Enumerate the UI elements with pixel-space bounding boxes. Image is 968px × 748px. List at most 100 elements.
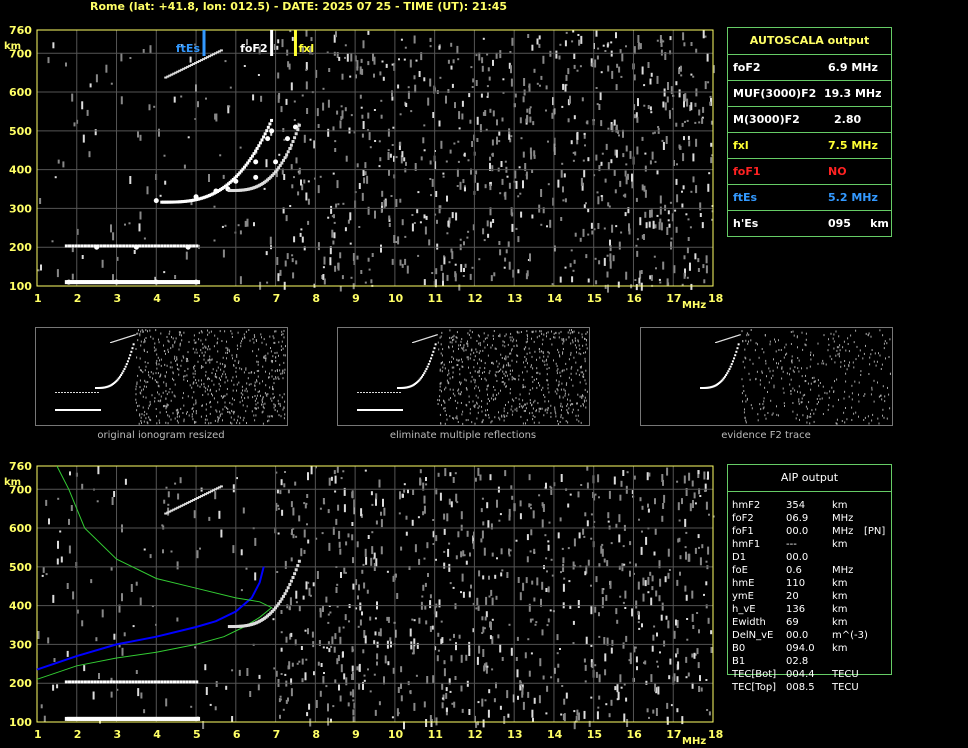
autoscala-row: ftEs 5.2 MHz [728,184,891,211]
x-tick-label: 3 [114,292,122,305]
autoscala-value: 5.2 MHz [828,191,878,204]
x-tick-label: 7 [273,728,281,741]
aip-row: foE 0.6 MHz [732,565,892,578]
thumb-eliminate-reflections [337,327,590,426]
aip-row: TEC[Bot] 004.4 TECU [732,669,892,682]
x-tick-label: 13 [507,292,522,305]
thumb-caption-eliminate: eliminate multiple reflections [389,430,537,441]
x-tick-label: 6 [233,292,241,305]
aip-label: foE [732,565,748,576]
aip-value: 00.0 [786,526,809,537]
aip-unit: TECU [832,682,859,693]
x-tick-label: 18 [708,728,723,741]
aip-label: hmE [732,578,755,589]
aip-value: 06.9 [786,513,809,524]
aip-value: 004.4 [786,669,815,680]
aip-row: B1 02.8 [732,656,892,669]
aip-unit: km [832,578,848,589]
x-tick-label: 4 [153,728,161,741]
x-tick-label: 17 [666,728,681,741]
aip-label: hmF1 [732,539,761,550]
aip-label: B0 [732,643,746,654]
aip-unit: km [832,604,848,615]
y-tick-label: 400 [9,600,32,613]
x-unit-label: MHz [682,300,706,308]
x-tick-label: 8 [312,292,320,305]
x-tick-label: 15 [587,728,602,741]
x-tick-label: 5 [193,728,201,741]
marker-label-fof2: foF2 [240,42,268,55]
aip-value: --- [786,539,797,550]
trace-point [253,174,259,180]
aip-row: D1 00.0 [732,552,892,565]
x-tick-label: 2 [74,292,82,305]
autoscala-label: MUF(3000)F2 [733,87,817,100]
aip-row: Ewidth 69 km [732,617,892,630]
autoscala-row: MUF(3000)F2 19.3 MHz [728,80,891,107]
y-tick-label: 500 [9,125,32,138]
thumb-caption-original: original ionogram resized [97,430,225,441]
x-tick-label: 14 [547,728,563,741]
autoscala-row: h'Es 095 km [728,210,891,237]
x-tick-label: 13 [507,728,522,741]
autoscala-panel: AUTOSCALA output foF2 6.9 MHz MUF(3000)F2 1… [727,27,892,237]
aip-label: TEC[Bot] [732,669,777,680]
x-tick-label: 1 [34,728,42,741]
y-tick-label: 200 [9,677,32,690]
aip-unit: MHz [832,565,854,576]
y-unit-label: km [4,477,21,488]
aip-value: 20 [786,591,799,602]
aip-unit: km [832,591,848,602]
aip-unit: m^(-3) [832,630,868,641]
model-curve [36,465,273,680]
aip-value: 00.0 [786,552,809,563]
noise-speckles [37,30,715,293]
x-tick-label: 12 [467,292,482,305]
ionogram-bottom-chart: 760700600500400300200100km1 2 3 4 5 6 7 8 9 10 11 1… [4,460,723,747]
x-tick-label: 2 [74,728,82,741]
trace-point [285,136,291,142]
aip-unit: MHz [832,513,854,524]
trace-point [253,159,259,165]
aip-value: 094.0 [786,643,815,654]
aip-flag: [PN] [864,526,886,537]
x-tick-label: 6 [233,728,241,741]
aip-label: foF2 [732,513,754,524]
x-tick-label: 7 [273,292,281,305]
y-tick-label: 760 [9,460,32,473]
aip-value: 008.5 [786,682,815,693]
x-tick-label: 4 [153,292,161,305]
autoscala-label: foF2 [733,61,761,74]
aip-row: hmF1 --- km [732,539,892,552]
header-title: Rome (lat: +41.8, lon: 012.5) - DATE: 20… [90,0,508,13]
autoscala-label: ftEs [733,191,758,204]
y-unit-label: km [4,41,21,52]
x-tick-label: 10 [388,728,404,741]
autoscala-label: fxl [733,139,749,152]
y-tick-label: 100 [9,280,32,293]
aip-unit: km [832,643,848,654]
aip-panel: AIP output hmF2 354 km foF2 06.9 MHz foF1 00.0 M… [727,464,892,693]
autoscala-label: h'Es [733,217,759,230]
y-tick-label: 300 [9,638,32,651]
autoscala-title: AUTOSCALA output [749,34,870,47]
aip-label: B1 [732,656,746,667]
noise-speckles [37,466,715,730]
y-tick-label: 200 [9,241,32,254]
x-tick-label: 9 [352,728,360,741]
aip-value: 00.0 [786,630,809,641]
aip-row: hmE 110 km [732,578,892,591]
x-tick-label: 8 [312,728,320,741]
x-tick-label: 16 [626,728,642,741]
x-tick-label: 16 [626,292,642,305]
aip-label: DelN_vE [732,630,774,641]
aip-value: 110 [786,578,806,589]
y-tick-label: 600 [9,86,32,99]
aip-label: foF1 [732,526,754,537]
aip-row: foF1 00.0 MHz [PN] [732,526,892,539]
y-tick-label: 300 [9,202,32,215]
aip-row: foF2 06.9 MHz [732,513,892,526]
thumb-caption-evidence: evidence F2 trace [721,430,811,441]
x-tick-label: 10 [388,292,404,305]
aip-value: 0.6 [786,565,802,576]
